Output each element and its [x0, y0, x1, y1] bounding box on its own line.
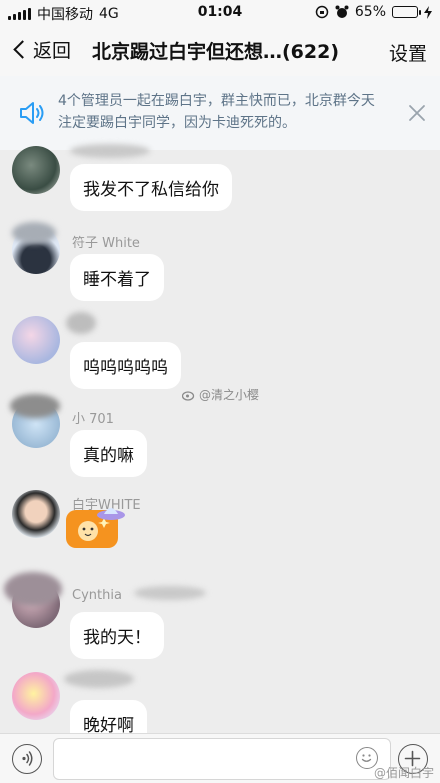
- alarm-icon: [335, 5, 349, 18]
- message-input[interactable]: [53, 738, 391, 780]
- status-bar: 中国移动 4G 01:04 65%: [0, 0, 440, 24]
- message-item: 白宇WHITE: [0, 486, 440, 572]
- message-item: 符子 White 睡不着了: [0, 218, 440, 308]
- status-right: 65%: [315, 4, 432, 20]
- back-label: 返回: [33, 40, 72, 62]
- ufo-icon: [97, 508, 125, 520]
- close-icon[interactable]: [408, 104, 426, 122]
- avatar[interactable]: [12, 146, 60, 194]
- battery-icon: [392, 6, 421, 18]
- speaker-icon: [20, 102, 44, 124]
- nickname-redaction: [70, 144, 150, 158]
- nickname-redaction: [66, 312, 96, 334]
- chevron-left-icon: [13, 40, 32, 59]
- settings-button[interactable]: 设置: [389, 39, 427, 66]
- message-item: 我发不了私信给你: [0, 138, 440, 218]
- message-item: 呜呜呜呜呜: [0, 308, 440, 392]
- back-button[interactable]: 返回: [10, 36, 71, 63]
- message-bubble[interactable]: 睡不着了: [70, 254, 164, 301]
- message-bubble[interactable]: 我发不了私信给你: [70, 164, 232, 211]
- chat-title: 北京踢过白宇但还想…(622): [92, 41, 340, 63]
- input-bar: @佰闻白宇: [0, 733, 440, 783]
- avatar[interactable]: [12, 672, 60, 720]
- avatar[interactable]: [12, 490, 60, 538]
- nickname: 小 701: [72, 412, 114, 427]
- battery-percent: 65%: [354, 4, 386, 20]
- message-item: 晚好啊: [0, 660, 440, 747]
- avatar-redaction: [10, 394, 60, 418]
- message-bubble[interactable]: 呜呜呜呜呜: [70, 342, 181, 389]
- message-item: Cynthia 我的天！: [0, 570, 440, 662]
- rotation-lock-icon: [315, 5, 329, 19]
- nav-bar: 返回 北京踢过白宇但还想…(622) 设置: [0, 24, 440, 76]
- voice-button[interactable]: [12, 744, 42, 774]
- watermark-text: @佰闻白宇: [373, 766, 434, 780]
- avatar-redaction: [12, 222, 56, 244]
- message-item: 小 701 真的嘛: [0, 392, 440, 482]
- nickname: 符子 White: [72, 236, 140, 251]
- avatar-redaction: [4, 572, 62, 606]
- nickname: Cynthia: [72, 588, 122, 603]
- avatar[interactable]: [12, 316, 60, 364]
- nickname-redaction: [64, 670, 134, 688]
- announcement-text: 4个管理员一起在踢白宇，群主快而已，北京群今天注定要踢白宇同学，因为卡迪死死的。: [58, 93, 375, 131]
- message-bubble[interactable]: 我的天！: [70, 612, 164, 659]
- charging-icon: [424, 5, 432, 19]
- weibo-watermark-bottom: @佰闻白宇: [374, 764, 434, 781]
- nickname-redaction: [134, 586, 206, 600]
- message-bubble[interactable]: 真的嘛: [70, 430, 147, 477]
- voice-icon: [22, 751, 33, 766]
